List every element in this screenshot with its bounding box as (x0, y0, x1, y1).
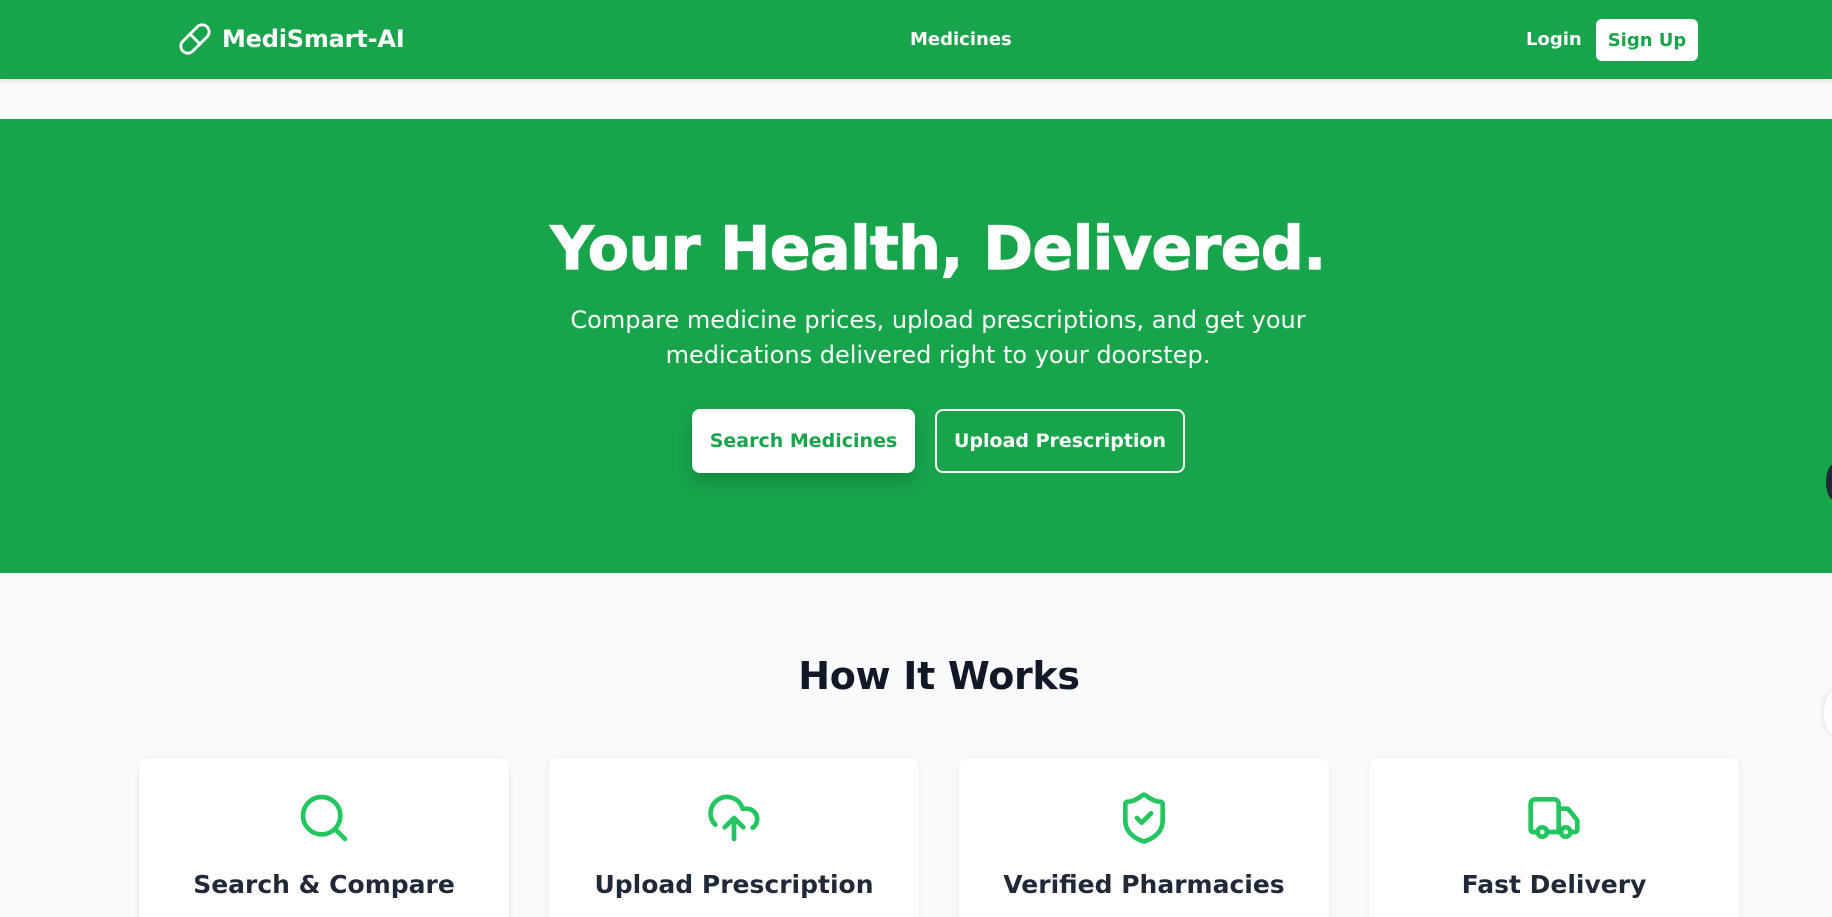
nav-link-medicines[interactable]: Medicines (910, 29, 1012, 50)
brand-logo-link[interactable]: MediSmart-AI (178, 22, 405, 56)
feature-card-delivery: Fast Delivery (1369, 758, 1739, 917)
how-it-works-title: How It Works (798, 654, 1080, 698)
feature-card-search: Search & Compare (139, 758, 509, 917)
hero-subtitle: Compare medicine prices, upload prescrip… (570, 306, 1306, 369)
how-it-works-cards: Search & Compare Upload Prescription Ver… (139, 758, 1739, 917)
feature-card-title: Verified Pharmacies (1003, 870, 1285, 899)
brand-name: MediSmart-AI (222, 25, 405, 53)
navbar: MediSmart-AI Medicines Login Sign Up (0, 0, 1832, 79)
feature-card-verified: Verified Pharmacies (959, 758, 1329, 917)
feature-card-title: Search & Compare (193, 870, 455, 899)
feature-card-title: Upload Prescription (594, 870, 874, 899)
hero-section: Your Health, Delivered. Compare medicine… (0, 119, 1832, 573)
search-icon (300, 794, 348, 842)
pill-icon (179, 23, 211, 55)
hero-title: Your Health, Delivered. (550, 214, 1327, 284)
sign-up-button[interactable]: Sign Up (1596, 19, 1698, 61)
feature-card-upload: Upload Prescription (549, 758, 919, 917)
feature-card-title: Fast Delivery (1461, 870, 1647, 899)
cloud-upload-icon (708, 794, 760, 842)
truck-icon (1528, 797, 1580, 839)
upload-prescription-button[interactable]: Upload Prescription (935, 409, 1185, 473)
search-medicines-button[interactable]: Search Medicines (692, 409, 915, 473)
login-link[interactable]: Login (1526, 29, 1582, 50)
shield-check-icon (1123, 792, 1165, 844)
